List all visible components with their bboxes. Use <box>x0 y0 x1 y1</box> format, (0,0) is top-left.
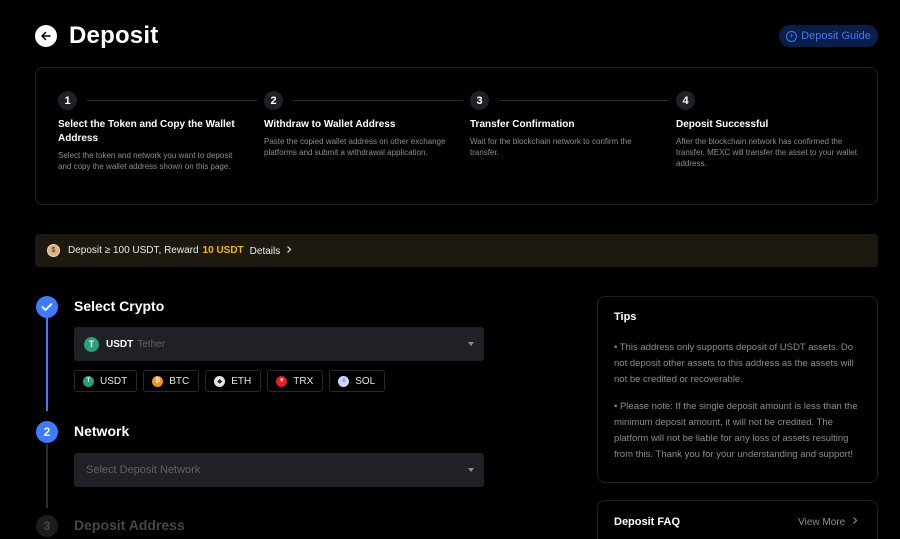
step-complete-check <box>36 296 58 318</box>
arrow-left-icon <box>41 31 51 41</box>
faq-title: Deposit FAQ <box>614 516 681 528</box>
section-title-deposit-address: Deposit Address <box>74 517 185 533</box>
promo-text: Deposit ≥ 100 USDT, Reward <box>68 245 199 256</box>
timeline-line-active <box>46 318 48 411</box>
step-number: 4 <box>676 91 695 110</box>
section-title-network: Network <box>74 423 130 439</box>
btc-icon: ₿ <box>152 375 164 387</box>
plus-circle-icon: + <box>786 30 798 42</box>
selected-crypto-symbol: USDT <box>106 338 134 350</box>
step-description: Select the token and network you want to… <box>58 151 233 171</box>
step-3: 3 Transfer Confirmation Wait for the blo… <box>470 91 655 158</box>
tips-card: Tips • This address only supports deposi… <box>597 296 878 483</box>
eth-icon: ◆ <box>214 375 226 387</box>
step-number: 2 <box>264 91 283 110</box>
back-button[interactable] <box>35 25 57 47</box>
chip-trx[interactable]: ▼ TRX <box>267 370 324 392</box>
tips-title: Tips <box>614 311 637 323</box>
network-select[interactable]: Select Deposit Network <box>74 453 484 487</box>
chip-label: TRX <box>293 375 314 387</box>
step-2: 2 Withdraw to Wallet Address Paste the c… <box>264 91 449 158</box>
chip-eth[interactable]: ◆ ETH <box>205 370 262 392</box>
deposit-faq-card: Deposit FAQ View More <box>597 500 878 539</box>
step-number: 1 <box>58 91 77 110</box>
step-title: Withdraw to Wallet Address <box>264 119 396 130</box>
page-title: Deposit <box>69 22 159 49</box>
caret-down-icon <box>468 342 474 346</box>
step-number: 3 <box>470 91 489 110</box>
view-more-label: View More <box>798 517 846 528</box>
usdt-icon: T <box>84 336 99 352</box>
deposit-guide-label: Deposit Guide <box>801 30 871 42</box>
step-title: Transfer Confirmation <box>470 119 575 130</box>
step-4: 4 Deposit Successful After the blockchai… <box>676 91 861 169</box>
deposit-steps-card: 1 Select the Token and Copy the Wallet A… <box>35 67 878 205</box>
step-description: After the blockchain network has confirm… <box>676 137 857 168</box>
step-description: Wait for the blockchain network to confi… <box>470 137 632 157</box>
chip-usdt[interactable]: T USDT <box>74 370 138 392</box>
trx-icon: ▼ <box>276 375 288 387</box>
chevron-right-icon <box>287 245 292 253</box>
chevron-right-icon <box>853 517 858 524</box>
faq-view-more-link[interactable]: View More <box>798 516 859 528</box>
step-number-address: 3 <box>36 515 58 537</box>
promo-details-label: Details <box>249 245 281 257</box>
coin-icon: $ <box>47 244 60 257</box>
section-title-select-crypto: Select Crypto <box>74 298 165 314</box>
chip-label: BTC <box>169 375 190 387</box>
crypto-select[interactable]: T USDT Tether <box>74 327 484 361</box>
network-select-placeholder: Select Deposit Network <box>86 464 201 476</box>
promo-details-link[interactable]: Details <box>250 245 293 257</box>
chip-btc[interactable]: ₿ BTC <box>143 370 200 392</box>
step-title: Deposit Successful <box>676 119 769 130</box>
chip-label: USDT <box>100 375 128 387</box>
usdt-icon: T <box>83 375 94 387</box>
step-description: Paste the copied wallet address on other… <box>264 137 446 157</box>
chip-label: SOL <box>355 375 376 387</box>
chip-label: ETH <box>231 375 252 387</box>
step-1: 1 Select the Token and Copy the Wallet A… <box>58 91 243 172</box>
deposit-reward-banner: $ Deposit ≥ 100 USDT, Reward 10 USDT Det… <box>35 234 878 267</box>
step-number-network: 2 <box>36 421 58 443</box>
chip-sol[interactable]: ≡ SOL <box>329 370 386 392</box>
caret-down-icon <box>468 468 474 472</box>
quick-crypto-chips: T USDT ₿ BTC ◆ ETH ▼ TRX ≡ SOL <box>74 370 386 392</box>
check-icon <box>41 303 53 311</box>
promo-reward: 10 USDT <box>202 245 244 256</box>
step-title: Select the Token and Copy the Wallet Add… <box>58 119 235 144</box>
timeline-line-inactive <box>46 444 48 508</box>
sol-icon: ≡ <box>338 375 350 387</box>
tip-item: • This address only supports deposit of … <box>614 342 854 385</box>
deposit-guide-button[interactable]: + Deposit Guide <box>779 25 878 47</box>
selected-crypto-name: Tether <box>137 338 166 350</box>
tip-item: • Please note: If the single deposit amo… <box>614 401 858 460</box>
